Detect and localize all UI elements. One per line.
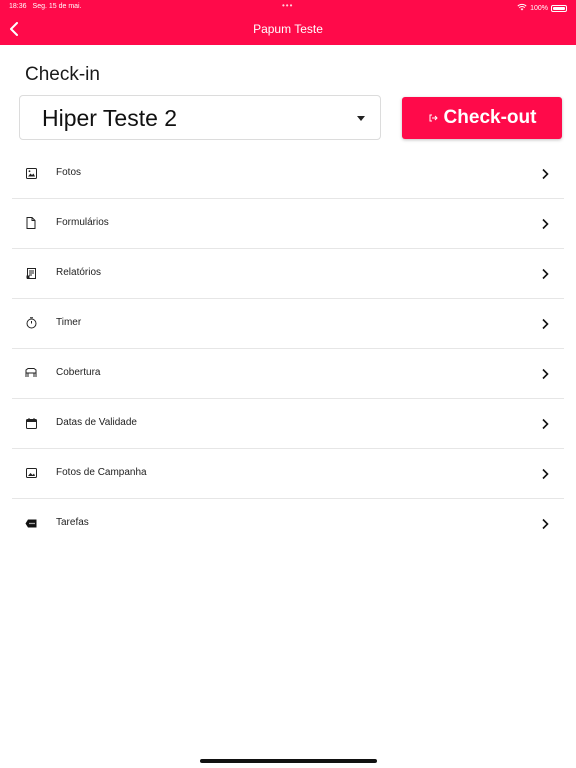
wifi-icon: [517, 3, 527, 13]
chevron-right-icon: [539, 467, 551, 480]
multitasking-dots[interactable]: •••: [282, 1, 293, 10]
chevron-right-icon: [539, 367, 551, 380]
menu-item-formularios[interactable]: Formulários: [12, 199, 564, 249]
menu-item-label: Tarefas: [56, 517, 89, 528]
status-date: Seg. 15 de mai.: [32, 3, 82, 10]
shelf-icon: [24, 366, 38, 380]
chevron-right-icon: [539, 267, 551, 280]
store-select-value: Hiper Teste 2: [42, 105, 178, 131]
page-title: Papum Teste: [253, 22, 323, 36]
menu-item-tarefas[interactable]: Tarefas: [12, 499, 564, 548]
menu-item-label: Fotos de Campanha: [56, 467, 147, 478]
timer-icon: [24, 316, 38, 330]
campaign-photo-icon: [24, 466, 38, 480]
logout-icon: [429, 114, 438, 122]
chevron-right-icon: [539, 217, 551, 230]
calendar-icon: [24, 416, 38, 430]
checkout-label: Check-out: [443, 107, 537, 128]
menu-item-fotos-de-campanha[interactable]: Fotos de Campanha: [12, 449, 564, 499]
menu-item-label: Cobertura: [56, 367, 101, 378]
menu-item-label: Datas de Validade: [56, 417, 137, 428]
caret-down-icon: [357, 116, 365, 121]
menu-item-datas-de-validade[interactable]: Datas de Validade: [12, 399, 564, 449]
chevron-right-icon: [539, 417, 551, 430]
status-bar-left: 18:36 Seg. 15 de mai.: [9, 3, 82, 10]
chevron-right-icon: [539, 517, 551, 530]
menu-item-timer[interactable]: Timer: [12, 299, 564, 349]
battery-percent: 100%: [530, 4, 548, 12]
app-header: 18:36 Seg. 15 de mai. ••• 100% Papum Test…: [0, 0, 576, 45]
image-icon: [24, 166, 38, 180]
checkin-heading: Check-in: [25, 64, 100, 85]
menu-item-cobertura[interactable]: Cobertura: [12, 349, 564, 399]
menu-item-relatorios[interactable]: Relatórios: [12, 249, 564, 299]
menu-item-label: Fotos: [56, 167, 82, 178]
home-indicator[interactable]: [200, 759, 377, 763]
report-icon: [24, 266, 38, 280]
label-tag-icon: [24, 516, 38, 530]
battery-icon: [551, 4, 567, 12]
menu-list: Fotos Formulários Relatórios Timer Cober…: [12, 149, 564, 548]
chevron-right-icon: [539, 167, 551, 180]
chevron-right-icon: [539, 317, 551, 330]
checkout-button[interactable]: Check-out: [402, 97, 562, 139]
status-bar-right: 100%: [517, 3, 567, 13]
store-select[interactable]: Hiper Teste 2: [19, 95, 381, 140]
menu-item-label: Timer: [56, 317, 82, 328]
status-time: 18:36: [9, 3, 27, 10]
menu-item-label: Relatórios: [56, 267, 102, 278]
menu-item-fotos[interactable]: Fotos: [12, 149, 564, 199]
document-icon: [24, 216, 38, 230]
menu-item-label: Formulários: [56, 217, 109, 228]
